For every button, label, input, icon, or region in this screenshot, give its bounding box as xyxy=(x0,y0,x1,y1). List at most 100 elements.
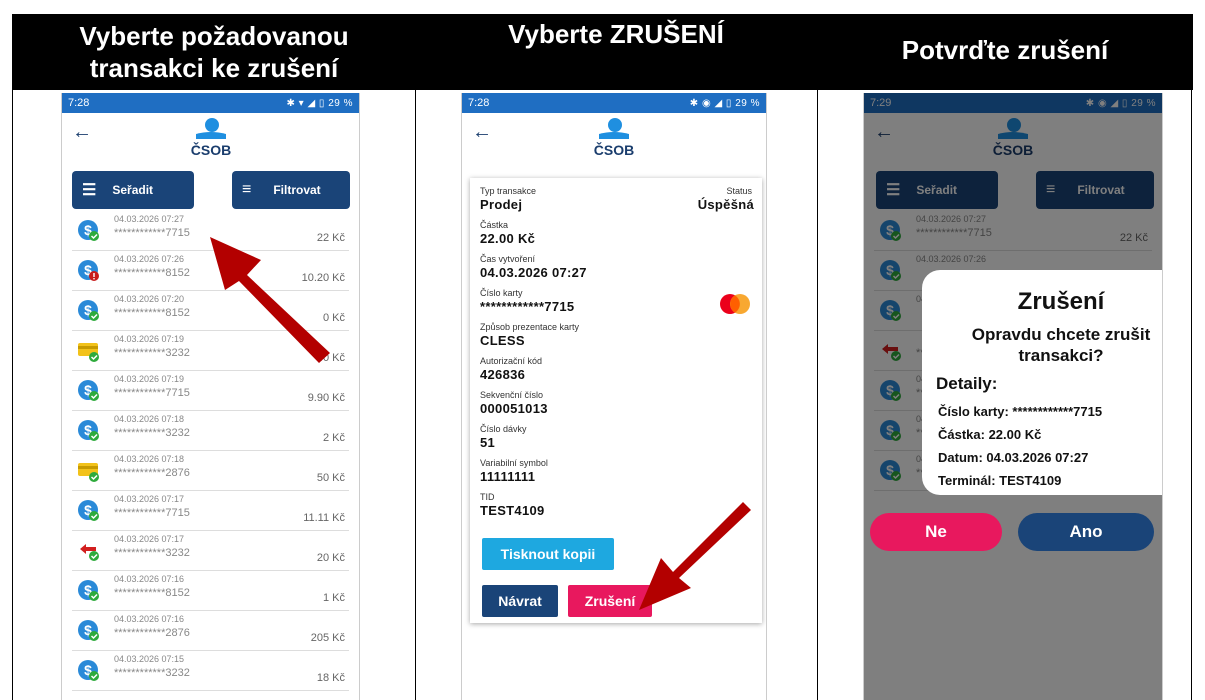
card-ok-icon: $ xyxy=(78,300,100,322)
transaction-amount: 2 Kč xyxy=(322,432,345,444)
transaction-list-screen: 7:28 ✱ ▾ ◢ ▯ 29 % ← ČSOB ☰ Seřadit ≡ Fil… xyxy=(61,93,360,700)
method-value: CLESS xyxy=(480,333,525,348)
list-item[interactable]: 04.03.2026 07:17 ************3232 20 Kč xyxy=(72,531,349,571)
transaction-card: ************8152 xyxy=(114,307,190,319)
step3-title: Potvrďte zrušení xyxy=(901,35,1109,65)
app-header: ← ČSOB xyxy=(62,113,359,165)
detail-date: Datum: 04.03.2026 07:27 xyxy=(938,450,1089,465)
step1-title: Vyberte požadovanou transakci ke zrušení xyxy=(79,21,349,83)
auth-label: Autorizační kód xyxy=(480,356,543,366)
step2-title: Vyberte ZRUŠENÍ xyxy=(508,19,724,49)
tid-label: TID xyxy=(480,492,495,502)
clock: 7:28 xyxy=(68,97,90,109)
transaction-date: 04.03.2026 07:16 xyxy=(114,614,185,624)
list-item[interactable]: $04.03.2026 07:15 ************3232 18 Kč xyxy=(72,651,349,691)
transaction-card: ************2876 xyxy=(114,467,190,479)
transaction-list: $04.03.2026 07:27************771522 Kč$0… xyxy=(62,211,359,691)
sort-button[interactable]: ☰ Seřadit xyxy=(72,171,194,209)
yes-button[interactable]: Ano xyxy=(1018,513,1154,551)
card-label: Číslo karty xyxy=(480,288,523,298)
transaction-amount: 1 Kč xyxy=(322,592,345,604)
filter-label: Filtrovat xyxy=(273,183,321,197)
status-icons: ✱ ◉ ◢ ▯ 29 % xyxy=(689,97,760,109)
detail-terminal: Terminál: TEST4109 xyxy=(938,473,1062,488)
card-ok-icon: $ xyxy=(78,380,100,402)
transaction-amount: 22 Kč xyxy=(316,232,345,244)
transaction-card: ************7715 xyxy=(114,387,190,399)
sort-label: Seřadit xyxy=(112,183,154,197)
list-item[interactable]: 04.03.2026 07:18 ************2876 50 Kč xyxy=(72,451,349,491)
yellow-card-icon xyxy=(78,340,100,362)
vs-label: Variabilní symbol xyxy=(480,458,548,468)
yellow-card-icon xyxy=(78,460,100,482)
list-item[interactable]: 04.03.2026 07:19 ************3232 40 Kč xyxy=(72,331,349,371)
list-item[interactable]: $04.03.2026 07:27 ************7715 22 Kč xyxy=(72,211,349,251)
detail-card-number: Číslo karty: ************7715 xyxy=(938,404,1103,419)
transaction-date: 04.03.2026 07:20 xyxy=(114,294,185,304)
cancel-transaction-button[interactable]: Zrušení xyxy=(568,585,652,617)
transaction-card: ************7715 xyxy=(114,507,190,519)
no-button[interactable]: Ne xyxy=(870,513,1002,551)
print-copy-button[interactable]: Tisknout kopii xyxy=(482,538,614,570)
transaction-card: ************3232 xyxy=(114,547,190,559)
card-error-icon: $ xyxy=(78,260,100,282)
card-ok-icon: $ xyxy=(78,580,100,602)
list-item[interactable]: $04.03.2026 07:20 ************8152 0 Kč xyxy=(72,291,349,331)
list-item[interactable]: $04.03.2026 07:19 ************7715 9.90 Kč xyxy=(72,371,349,411)
transaction-date: 04.03.2026 07:17 xyxy=(114,494,185,504)
back-arrow-icon[interactable]: ← xyxy=(472,121,492,144)
transaction-date: 04.03.2026 07:18 xyxy=(114,454,185,464)
transaction-date: 04.03.2026 07:19 xyxy=(114,334,185,344)
tid-value: TEST4109 xyxy=(480,503,545,518)
transaction-amount: 10.20 Kč xyxy=(301,272,345,284)
clock: 7:28 xyxy=(468,97,490,109)
transaction-card: ************3232 xyxy=(114,427,190,439)
filter-icon: ≡ xyxy=(242,181,252,198)
transaction-card: ************2876 xyxy=(114,627,190,639)
transaction-date: 04.03.2026 07:15 xyxy=(114,654,185,664)
transaction-card: ************3232 xyxy=(114,347,190,359)
dialog-question: Opravdu chcete zrušit transakci? xyxy=(971,325,1151,365)
dialog-title: Zrušení xyxy=(1017,288,1105,315)
transaction-card: ************8152 xyxy=(114,587,190,599)
back-button[interactable]: Návrat xyxy=(482,585,558,617)
back-arrow-icon[interactable]: ← xyxy=(72,121,92,144)
step1-header: Vyberte požadovanou transakci ke zrušení xyxy=(13,14,415,90)
created-label: Čas vytvoření xyxy=(480,254,536,264)
list-item[interactable]: $04.03.2026 07:16 ************2876 205 Kč xyxy=(72,611,349,651)
detail-amount: Částka: 22.00 Kč xyxy=(938,427,1042,442)
status-value: Úspěšná xyxy=(697,197,754,212)
transaction-detail-screen: 7:28 ✱ ◉ ◢ ▯ 29 % ← ČSOB Typ transakce P… xyxy=(461,93,767,700)
card-ok-icon: $ xyxy=(78,220,100,242)
csob-logo: ČSOB xyxy=(594,118,634,158)
batch-value: 51 xyxy=(480,435,496,450)
details-label: Detaily: xyxy=(936,374,998,393)
transaction-amount: 40 Kč xyxy=(316,352,345,364)
status-bar: 7:28 ✱ ◉ ◢ ▯ 29 % xyxy=(462,93,766,113)
list-item[interactable]: $04.03.2026 07:26 ************8152 10.20 K… xyxy=(72,251,349,291)
list-item[interactable]: $04.03.2026 07:18 ************3232 2 Kč xyxy=(72,411,349,451)
card-value: ************7715 xyxy=(480,299,575,314)
transaction-amount: 205 Kč xyxy=(310,632,345,644)
transaction-date: 04.03.2026 07:19 xyxy=(114,374,185,384)
batch-label: Číslo dávky xyxy=(480,424,527,434)
seq-label: Sekvenční číslo xyxy=(480,390,544,400)
app-header: ← ČSOB xyxy=(462,113,766,165)
transaction-detail-card: Typ transakce Prodej Status Úspěšná Část… xyxy=(470,178,762,623)
amount-label: Částka xyxy=(480,220,509,230)
status-bar: 7:28 ✱ ▾ ◢ ▯ 29 % xyxy=(62,93,359,113)
transaction-amount: 18 Kč xyxy=(316,672,345,684)
transaction-date: 04.03.2026 07:26 xyxy=(114,254,185,264)
list-item[interactable]: $04.03.2026 07:17 ************7715 11.11 K… xyxy=(72,491,349,531)
csob-logo: ČSOB xyxy=(190,118,231,158)
list-item[interactable]: $04.03.2026 07:16 ************8152 1 Kč xyxy=(72,571,349,611)
transaction-date: 04.03.2026 07:17 xyxy=(114,534,185,544)
amount-value: 22.00 Kč xyxy=(480,231,536,246)
filter-button[interactable]: ≡ Filtrovat xyxy=(232,171,350,209)
transaction-card: ************3232 xyxy=(114,667,190,679)
seq-value: 000051013 xyxy=(480,401,548,416)
card-ok-icon: $ xyxy=(78,500,100,522)
transaction-card: ************8152 xyxy=(114,267,190,279)
step3-header: Potvrďte zrušení xyxy=(817,14,1193,90)
status-icons: ✱ ▾ ◢ ▯ 29 % xyxy=(286,97,353,109)
